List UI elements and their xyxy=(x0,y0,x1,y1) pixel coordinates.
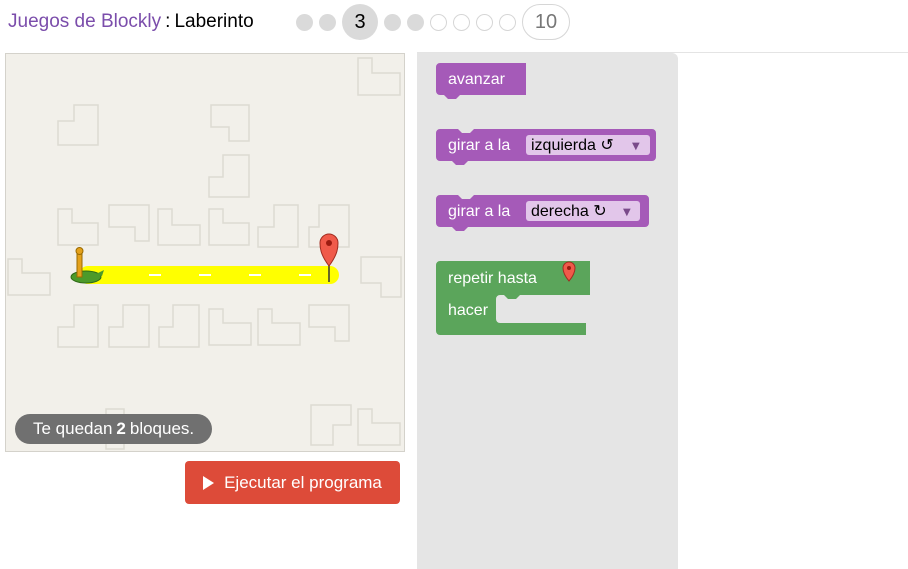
repeat-until-label: repetir hasta xyxy=(448,270,537,287)
level-7-dot[interactable] xyxy=(453,13,470,31)
block-turn-right-label: girar a la xyxy=(448,203,510,220)
block-turn-right[interactable]: girar a la derecha ↻ ▼ xyxy=(436,195,649,231)
hint-count: 2 xyxy=(116,419,126,438)
level-selector: 3 10 xyxy=(296,4,576,40)
dropdown-arrow-icon: ▼ xyxy=(632,141,640,152)
hint-text-after: bloques. xyxy=(129,419,195,438)
level-6-dot[interactable] xyxy=(430,13,447,31)
level-1-dot[interactable] xyxy=(296,13,313,31)
maze-svg xyxy=(7,57,402,450)
level-9-dot[interactable] xyxy=(499,13,516,31)
block-turn-left[interactable]: girar a la izquierda ↺ ▼ xyxy=(436,129,656,165)
run-program-button[interactable]: Ejecutar el programa xyxy=(185,461,400,504)
remaining-blocks-hint: Te quedan 2 bloques. xyxy=(15,414,213,444)
turn-left-option: izquierda ↺ xyxy=(531,137,614,154)
blockly-games-link[interactable]: Juegos de Blockly xyxy=(8,11,161,33)
page-title: Laberinto xyxy=(174,11,254,32)
header: Juegos de Blockly : Laberinto xyxy=(8,0,254,44)
level-2-dot[interactable] xyxy=(319,13,336,31)
block-move-forward[interactable]: avanzar xyxy=(436,63,526,99)
level-last[interactable]: 10 xyxy=(522,4,570,40)
block-turn-left-label: girar a la xyxy=(448,137,510,154)
turn-right-option: derecha ↻ xyxy=(531,203,607,220)
dropdown-arrow-icon: ▼ xyxy=(623,207,631,218)
level-4-dot[interactable] xyxy=(384,13,401,31)
toolbox-svg: avanzar girar a la izquierda ↺ ▼ girar a… xyxy=(436,63,656,335)
pegman-icon xyxy=(70,247,104,284)
level-current[interactable]: 3 xyxy=(342,4,378,40)
maze-area: Te quedan 2 bloques. xyxy=(5,53,405,452)
level-5-dot[interactable] xyxy=(407,13,424,31)
play-icon xyxy=(203,475,215,490)
maze-wall-tiles xyxy=(7,57,402,450)
block-move-label: avanzar xyxy=(448,71,506,88)
breadcrumb-separator: : xyxy=(165,11,171,32)
level-8-dot[interactable] xyxy=(476,13,493,31)
hint-text-before: Te quedan xyxy=(33,419,113,438)
run-button-label: Ejecutar el programa xyxy=(224,472,382,492)
block-repeat-until[interactable]: repetir hasta hacer xyxy=(436,261,590,335)
toolbox: avanzar girar a la izquierda ↺ ▼ girar a… xyxy=(417,53,678,569)
do-label: hacer xyxy=(448,302,489,319)
